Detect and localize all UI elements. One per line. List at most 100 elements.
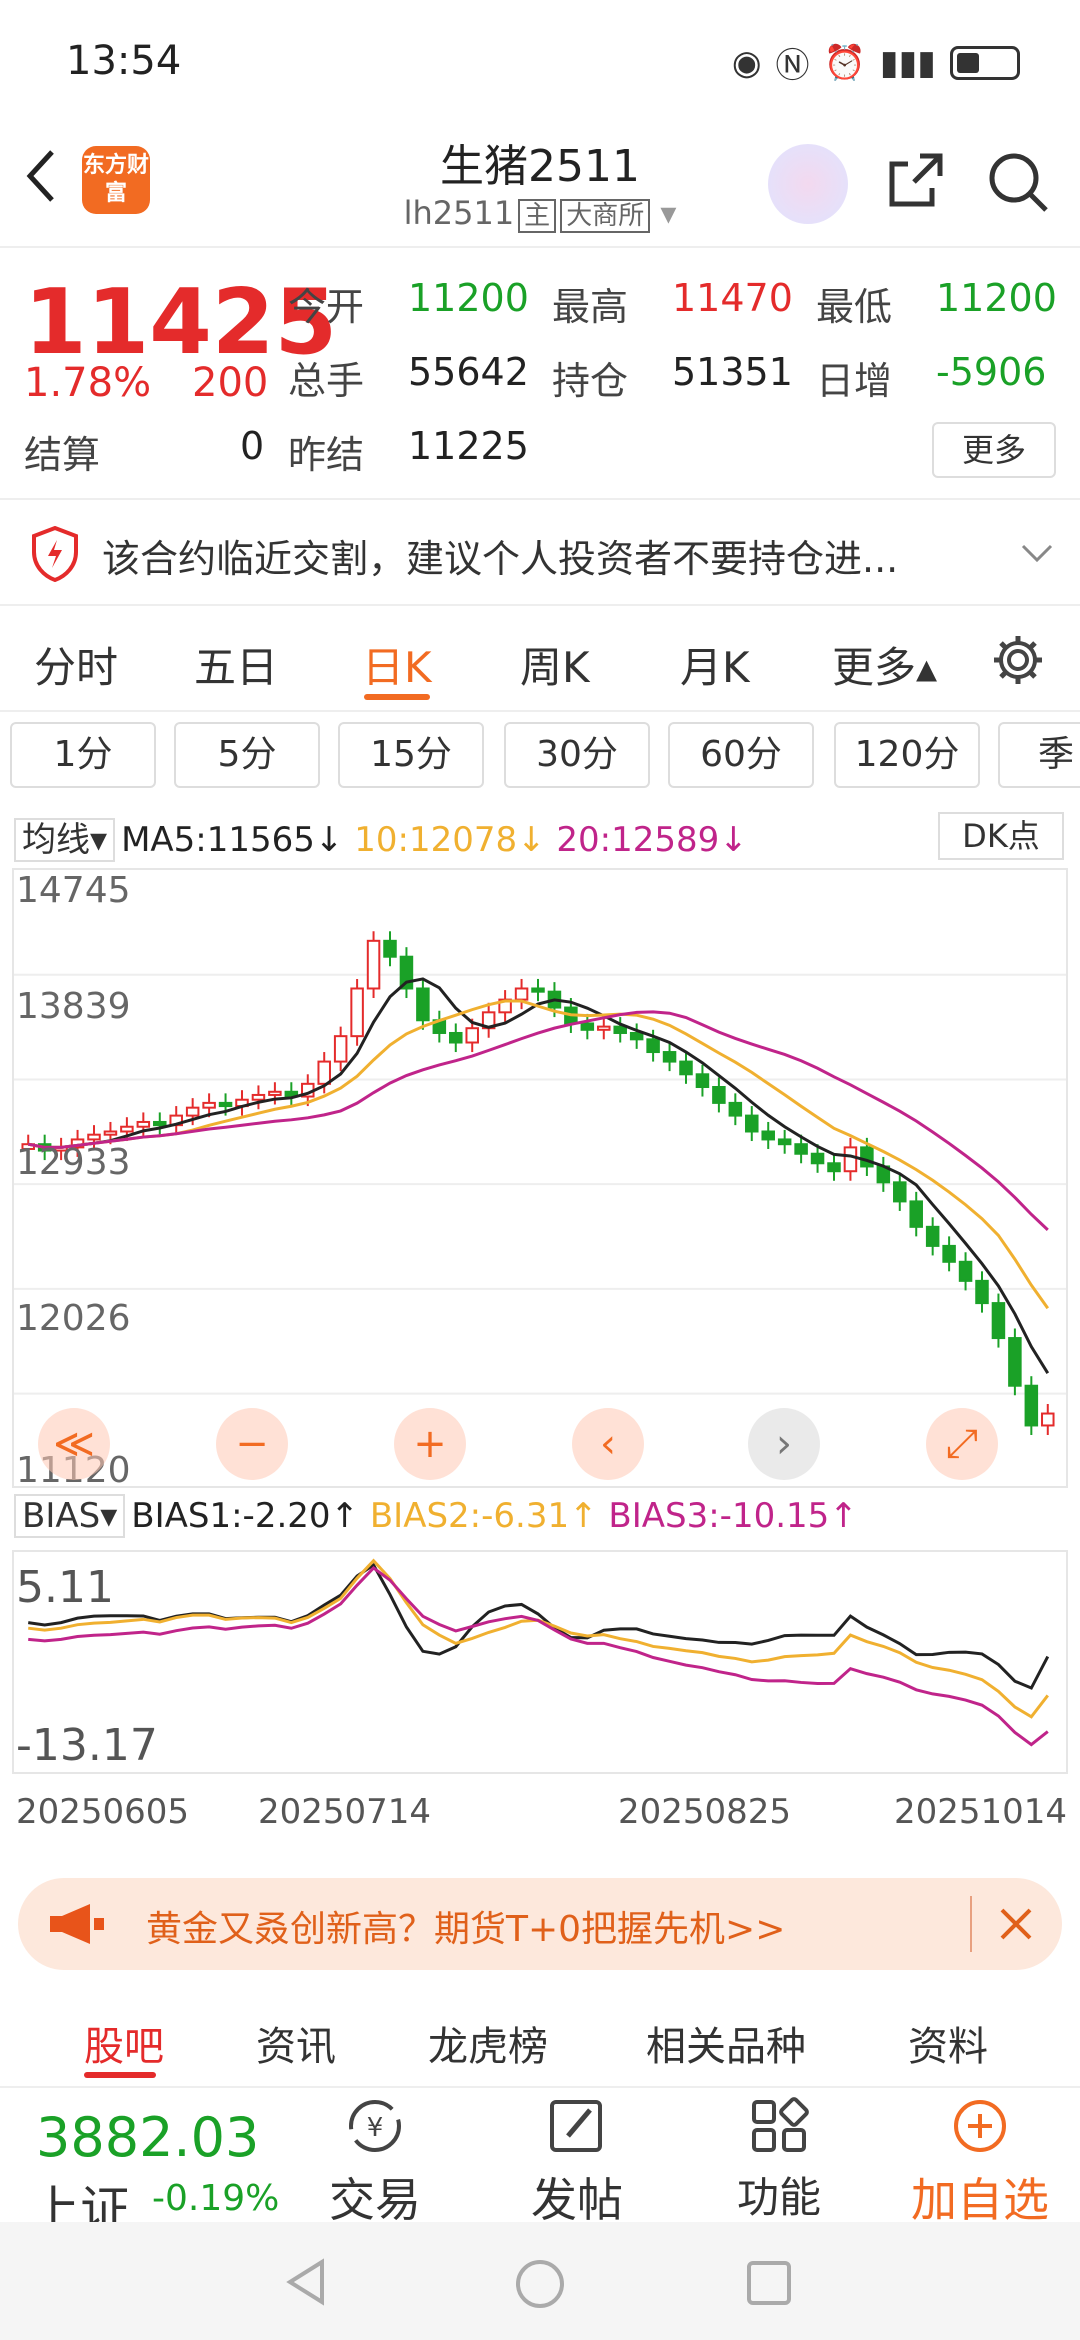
price-change: 200 <box>192 360 269 406</box>
interval-5min[interactable]: 5分 <box>174 722 320 788</box>
tab-related[interactable]: 相关品种 <box>646 2014 806 2072</box>
interval-1min[interactable]: 1分 <box>10 722 156 788</box>
ma10-line <box>27 999 1050 1310</box>
tab-intraday[interactable]: 分时 <box>34 634 118 695</box>
add-circle-icon <box>954 2100 1006 2152</box>
bias3-value: BIAS3:-10.15↑ <box>608 1496 858 1536</box>
delivery-notice[interactable]: 该合约临近交割，建议个人投资者不要持仓进... <box>0 502 1080 606</box>
candle-body <box>153 1120 167 1127</box>
interval-60min[interactable]: 60分 <box>668 722 814 788</box>
high-value: 11470 <box>672 276 793 320</box>
more-button[interactable]: 更多 <box>932 422 1056 478</box>
ma-selector-label: 均线 <box>22 820 90 860</box>
daily-inc-value: -5906 <box>936 350 1047 394</box>
svg-text:¥: ¥ <box>367 2113 384 2143</box>
candle-body <box>728 1101 743 1117</box>
high-label: 最高 <box>552 285 629 329</box>
scroll-right-button[interactable]: › <box>748 1408 820 1480</box>
candle-body <box>646 1038 660 1054</box>
candle-body <box>383 939 397 958</box>
yen-cycle-icon: ¥ <box>349 2100 401 2152</box>
kline-chart[interactable] <box>12 868 1068 1488</box>
candle-body <box>449 1031 463 1044</box>
candle-body <box>777 1138 792 1146</box>
dk-point-button[interactable]: DK点 <box>938 812 1064 860</box>
candle-body <box>810 1152 825 1165</box>
nav-back-icon[interactable] <box>282 2258 330 2306</box>
function-button[interactable]: 功能 <box>714 2096 844 2225</box>
tab-monthly-k[interactable]: 月K <box>680 634 750 695</box>
fullscreen-button[interactable]: ⤢ <box>926 1408 998 1480</box>
tab-news[interactable]: 资讯 <box>256 2014 336 2072</box>
ma-selector[interactable]: 均线▾ <box>14 818 116 862</box>
low-label: 最低 <box>816 285 893 329</box>
candle-body <box>991 1302 1006 1340</box>
trade-button[interactable]: ¥ 交易 <box>310 2096 440 2230</box>
battery-icon <box>950 45 1020 80</box>
tab-profile[interactable]: 资料 <box>908 2014 988 2072</box>
chevron-down-icon[interactable] <box>1020 542 1054 566</box>
tab-weekly-k[interactable]: 周K <box>520 634 590 695</box>
scroll-left-fast-button[interactable]: ≪ <box>38 1408 110 1480</box>
interval-120min[interactable]: 120分 <box>834 722 980 788</box>
candle-body <box>958 1260 973 1282</box>
daily-inc-label: 日增 <box>816 359 893 403</box>
add-watchlist-button[interactable]: 加自选 <box>900 2096 1060 2230</box>
candle-body <box>218 1101 233 1108</box>
tab-lhb[interactable]: 龙虎榜 <box>428 2014 548 2072</box>
scroll-left-button[interactable]: ‹ <box>572 1408 644 1480</box>
interval-quarter[interactable]: 季 <box>998 722 1080 788</box>
quote-panel: 11425 1.78% 200 今开 11200 最高 11470 最低 112… <box>0 250 1080 500</box>
assistant-avatar[interactable] <box>768 144 848 224</box>
close-icon[interactable] <box>998 1906 1034 1942</box>
bias-selector[interactable]: BIAS▾ <box>14 1494 126 1538</box>
gear-icon[interactable] <box>990 632 1046 688</box>
alarm-icon: ⏰ <box>823 42 866 83</box>
post-button[interactable]: 发帖 <box>512 2096 642 2230</box>
candle-body <box>925 1225 940 1247</box>
tab-five-day[interactable]: 五日 <box>194 634 278 695</box>
candle-body <box>794 1143 808 1155</box>
candle-body <box>1041 1412 1055 1427</box>
status-bar: 13:54 ◉ Ⓝ ⏰ ▮▮▮ <box>0 0 1080 120</box>
candle-body <box>761 1130 775 1141</box>
tab-more[interactable]: 更多▴ <box>832 634 937 695</box>
tab-guba[interactable]: 股吧 <box>84 2014 164 2072</box>
tab-daily-k[interactable]: 日K <box>362 634 432 695</box>
prev-settle-value: 11225 <box>408 424 529 468</box>
megaphone-icon <box>50 1904 104 1944</box>
candle-body <box>679 1060 693 1076</box>
interval-bar: 1分 5分 15分 30分 60分 120分 季 <box>0 722 1080 798</box>
zoom-out-button[interactable]: − <box>216 1408 288 1480</box>
search-icon[interactable] <box>984 148 1052 216</box>
candle-body <box>120 1125 134 1133</box>
y-tick-2: 13839 <box>16 986 131 1027</box>
candle-body <box>695 1073 710 1089</box>
share-icon[interactable] <box>884 148 948 212</box>
y-tick-4: 12026 <box>16 1298 131 1339</box>
date-tick-4: 20251014 <box>894 1792 1068 1832</box>
candle-body <box>597 1025 611 1031</box>
bias20-line <box>28 1565 1049 1747</box>
candle-body <box>350 987 364 1038</box>
bias-chart[interactable] <box>12 1550 1068 1774</box>
interval-30min[interactable]: 30分 <box>504 722 650 788</box>
nav-recents-icon[interactable] <box>746 2260 792 2306</box>
candle-body <box>580 1022 595 1031</box>
ma5-line <box>27 977 1050 1374</box>
candle-body <box>613 1025 627 1034</box>
percent-change: 1.78% <box>24 360 152 406</box>
nav-home-icon[interactable] <box>514 2258 566 2310</box>
grid-icon <box>752 2097 809 2152</box>
header: 东方财富 生猪2511 lh2511 主大商所 ▾ <box>0 120 1080 248</box>
dropdown-icon: ▾ <box>650 194 677 232</box>
status-time: 13:54 <box>66 38 182 84</box>
candle-body <box>416 987 430 1022</box>
candle-body <box>317 1060 331 1085</box>
volume-value: 55642 <box>408 350 529 394</box>
ad-banner[interactable]: 黄金又叒创新高？期货T+0把握先机>> <box>18 1878 1062 1970</box>
candle-body <box>103 1130 118 1136</box>
zoom-in-button[interactable]: + <box>394 1408 466 1480</box>
oi-value: 51351 <box>672 350 793 394</box>
interval-15min[interactable]: 15分 <box>338 722 484 788</box>
